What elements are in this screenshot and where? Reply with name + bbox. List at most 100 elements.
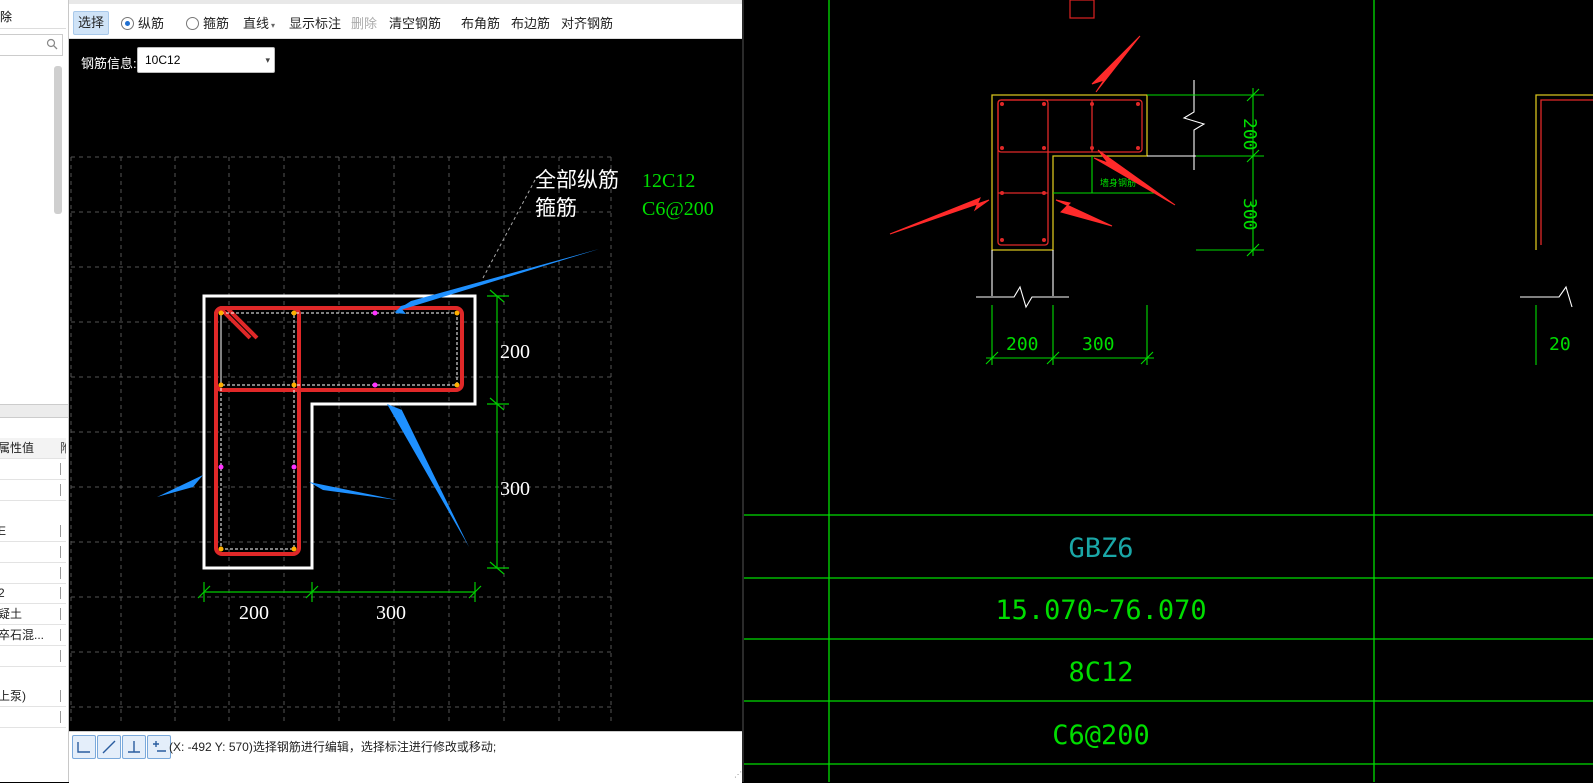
rebar-info-label: 钢筋信息: [81,56,137,71]
callout-stirrup-label[interactable]: 箍筋 [535,196,577,220]
property-value: E [0,521,6,541]
cad-next-dim-label[interactable]: 20 [1549,334,1571,355]
property-row[interactable]: 卒石混... [0,625,66,646]
diagonal-mode-icon[interactable] [97,735,121,759]
clear-rebar-button[interactable]: 清空钢筋 [389,14,441,34]
resize-grip-icon[interactable]: ⋰ [734,770,742,779]
status-text: (X: -492 Y: 570)选择钢筋进行编辑，选择标注进行修改或移动; [169,740,497,754]
stirrup-radio[interactable] [186,17,199,30]
dimension-h2[interactable]: 300 [376,602,406,624]
stirrup-hook[interactable] [218,306,252,340]
cad-dim-200-vertical[interactable]: 200 [1239,118,1260,151]
orthogonal-mode-icon[interactable] [72,735,96,759]
delete-button[interactable]: 删除 [351,14,377,34]
rebar-info-value: 10C12 [145,53,181,67]
chevron-down-icon: ▾ [265,55,270,65]
longitudinal-radio[interactable] [121,17,134,30]
corner-rebar-button[interactable]: 布角筋 [461,14,500,34]
cad-dim-200-horizontal[interactable]: 200 [1006,334,1039,355]
perpendicular-mode-icon[interactable] [122,735,146,759]
add-point-icon[interactable] [147,735,171,759]
chevron-down-icon: ▾ [271,21,276,30]
property-row[interactable] [0,707,66,728]
cad-dimension-lines [985,88,1264,365]
property-value: 2 [0,583,5,603]
rebar-point[interactable] [291,464,297,470]
line-mode-label: 直线 [243,16,270,31]
panel-top-label: 除 [0,10,13,24]
arrow-icon [157,475,203,497]
cad-partial-shape [1069,0,1095,19]
property-row[interactable]: E [0,521,66,542]
property-row[interactable] [0,459,66,480]
property-extra-header: 附 [60,438,66,458]
dimension-h1[interactable]: 200 [239,602,269,624]
longitudinal-label[interactable]: 纵筋 [138,14,164,34]
property-header: 属性值 附 [0,438,66,459]
cad-drawing[interactable]: 200 300 200 300 墙身钢筋 20 GBZ6 15.070~76.0… [744,0,1593,782]
cad-next-break-line [1520,285,1573,308]
panel-scrollbar[interactable] [54,66,62,214]
stirrup-value[interactable]: C6@200 [642,198,714,220]
property-row[interactable]: 疑土 [0,604,66,625]
panel-splitter[interactable] [0,404,68,418]
rebar-point[interactable] [218,546,224,552]
cad-dim-300-horizontal[interactable]: 300 [1082,334,1115,355]
stirrup-vertical[interactable] [214,306,301,556]
annotation-arrows [157,249,599,547]
property-value: 疑土 [0,607,23,621]
editor-toolbar: 选择 纵筋 箍筋 直线 ▾ 显示标注 删除 清空钢筋 布角筋 布边筋 对齐钢筋 [69,4,742,39]
rebar-point[interactable] [291,310,297,316]
cad-frame-lines [744,0,1593,782]
dimension-v2[interactable]: 300 [500,478,530,500]
cad-annotation-arrows [889,35,1176,235]
section-canvas[interactable]: 全部纵筋 箍筋 12C12 C6@200 200 300 200 300 [69,82,742,731]
property-row[interactable] [0,563,66,584]
panel-top-bar: 除 [0,0,66,29]
rebar-info-select[interactable]: 10C12 ▾ [137,47,275,73]
cad-column-name[interactable]: GBZ6 [1068,533,1133,564]
main-rebar-value[interactable]: 12C12 [642,170,695,192]
line-mode-dropdown[interactable]: 直线 ▾ [243,14,275,34]
arrow-icon [889,197,990,235]
rebar-point[interactable] [372,382,378,388]
property-value: 卒石混... [0,628,45,642]
stirrup-label[interactable]: 箍筋 [203,14,229,34]
select-button[interactable]: 选择 [73,11,110,35]
dimension-v1[interactable]: 200 [500,341,530,363]
search-icon [46,38,58,50]
show-dims-button[interactable]: 显示标注 [289,14,341,34]
property-row[interactable] [0,542,66,563]
cad-elevation[interactable]: 15.070~76.070 [995,595,1206,626]
property-row[interactable] [0,646,66,667]
property-row[interactable]: 2 [0,583,66,604]
property-panel: 除 属性值 附 E 2 疑土 卒石混... 上泵) [0,0,69,782]
rebar-point[interactable] [218,464,224,470]
rebar-point[interactable] [218,310,224,316]
grid-lines [70,156,612,722]
rebar-point[interactable] [218,382,224,388]
property-row[interactable] [0,480,66,501]
callout-main-label[interactable]: 全部纵筋 [535,168,619,192]
status-bar: (X: -492 Y: 570)选择钢筋进行编辑，选择标注进行修改或移动; [69,731,742,783]
cad-stirrup[interactable]: C6@200 [1052,720,1150,751]
arrow-icon [1091,35,1141,93]
arrow-icon [1055,199,1113,227]
property-value-header: 属性值 [0,441,35,455]
search-input[interactable] [0,34,63,56]
property-value: 上泵) [0,689,26,703]
rebar-info-row: 钢筋信息: 10C12 ▾ [69,40,742,82]
rebar-point[interactable] [291,382,297,388]
cad-main-rebar[interactable]: 8C12 [1068,657,1133,688]
cad-next-section-outline [1535,94,1593,250]
rebar-point[interactable] [372,310,378,316]
rebar-point[interactable] [454,310,460,316]
align-rebar-button[interactable]: 对齐钢筋 [561,14,613,34]
callout-leader [482,179,536,279]
property-row[interactable]: 上泵) [0,686,66,707]
rebar-point[interactable] [454,382,460,388]
edge-rebar-button[interactable]: 布边筋 [511,14,550,34]
cad-next-section-stirrup [1540,99,1593,245]
rebar-point[interactable] [291,546,297,552]
cad-dim-300-vertical[interactable]: 300 [1239,198,1260,231]
